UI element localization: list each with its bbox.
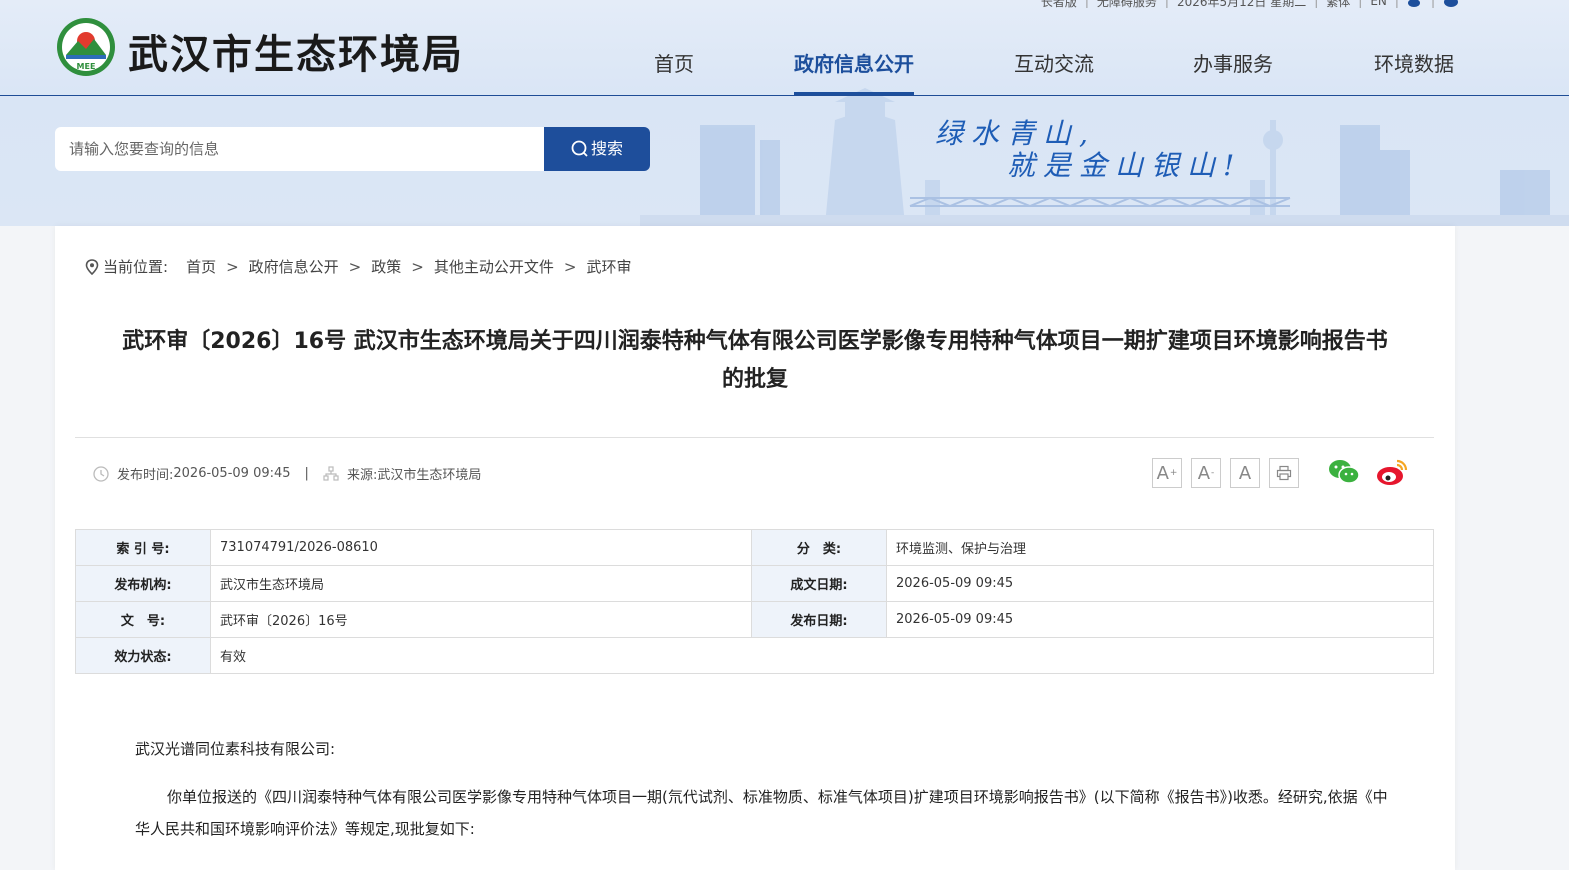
content-card: 当前位置: 首页 > 政府信息公开 > 政策 > 其他主动公开文件 > 武环审 … <box>55 226 1455 870</box>
validity-status-label: 效力状态: <box>75 637 211 674</box>
breadcrumb-gov-info[interactable]: 政府信息公开 <box>249 256 339 277</box>
font-tools: A + A- A <box>1152 458 1299 488</box>
font-reset-label: A <box>1238 462 1252 484</box>
wechat-icon <box>1329 460 1360 484</box>
search-button-label: 搜索 <box>590 139 623 158</box>
mee-logo-icon[interactable]: MEE <box>56 17 116 77</box>
search-button[interactable]: 搜索 <box>544 127 650 171</box>
category-value: 环境监测、保护与治理 <box>886 529 1434 566</box>
slogan-line-1: 绿水青山, <box>935 117 1096 150</box>
publishing-org-label: 发布机构: <box>75 565 211 602</box>
index-number-label: 索 引 号: <box>75 529 211 566</box>
table-row: 文 号: 武环审〔2026〕16号 发布日期: 2026-05-09 09:45 <box>75 601 1434 638</box>
slogan: 绿水青山, 就是金山银山! <box>935 118 1242 182</box>
document-title-line-1: 武环审〔2026〕16号 武汉市生态环境局关于四川润泰特种气体有限公司医学影像专… <box>122 329 1388 354</box>
printer-icon <box>1276 465 1292 481</box>
document-number-value: 武环审〔2026〕16号 <box>210 601 752 638</box>
written-date-label: 成文日期: <box>751 565 887 602</box>
share-buttons <box>1327 457 1409 491</box>
source-value: 武汉市生态环境局 <box>377 468 482 483</box>
breadcrumb: 当前位置: 首页 > 政府信息公开 > 政策 > 其他主动公开文件 > 武环审 <box>85 256 631 277</box>
site-header: 长者版 | 无障碍服务 | 2026年5月12日 星期二 | 繁体 | EN |… <box>0 0 1569 226</box>
title-divider <box>75 437 1434 438</box>
publish-time: 2026-05-09 09:45 <box>173 466 291 481</box>
written-date-value: 2026-05-09 09:45 <box>886 565 1434 602</box>
weibo-icon <box>1377 459 1408 485</box>
document-title: 武环审〔2026〕16号 武汉市生态环境局关于四川润泰特种气体有限公司医学影像专… <box>75 323 1435 399</box>
category-label: 分 类: <box>751 529 887 566</box>
weibo-share-button[interactable] <box>1375 457 1409 491</box>
location-pin-icon <box>85 258 99 275</box>
site-title[interactable]: 武汉市生态环境局 <box>128 22 464 80</box>
slogan-line-2: 就是金山银山! <box>1007 149 1243 182</box>
search-input[interactable] <box>55 127 545 171</box>
font-decrease-label: A <box>1197 462 1211 484</box>
publish-date-label: 发布日期: <box>751 601 887 638</box>
source-label: 来源: <box>346 468 378 483</box>
font-increase-button[interactable]: A + <box>1152 458 1182 488</box>
breadcrumb-home[interactable]: 首页 <box>186 256 216 277</box>
clock-icon <box>93 465 109 482</box>
breadcrumb-separator: > <box>411 257 424 276</box>
index-number-value: 731074791/2026-08610 <box>210 529 752 566</box>
nav-env-data[interactable]: 环境数据 <box>1374 48 1454 96</box>
breadcrumb-policy[interactable]: 政策 <box>371 256 401 277</box>
publish-time-label: 发布时间: <box>117 468 174 483</box>
breadcrumb-prefix: 当前位置: <box>103 258 169 276</box>
font-increase-label: A <box>1156 462 1169 484</box>
nav-home[interactable]: 首页 <box>654 48 694 96</box>
breadcrumb-separator: > <box>226 257 239 276</box>
search-icon <box>571 140 588 157</box>
document-info-table: 索 引 号: 731074791/2026-08610 分 类: 环境监测、保护… <box>75 529 1434 674</box>
plus-icon: + <box>1169 468 1178 478</box>
document-meta: 发布时间: 2026-05-09 09:45 | 来源: 武汉市生态环境局 <box>93 464 481 483</box>
document-title-line-2: 的批复 <box>721 367 788 392</box>
wechat-share-button[interactable] <box>1327 457 1361 491</box>
document-number-label: 文 号: <box>75 601 211 638</box>
table-row: 发布机构: 武汉市生态环境局 成文日期: 2026-05-09 09:45 <box>75 565 1434 602</box>
print-button[interactable] <box>1269 458 1299 488</box>
breadcrumb-other-files[interactable]: 其他主动公开文件 <box>434 256 554 277</box>
table-row: 索 引 号: 731074791/2026-08610 分 类: 环境监测、保护… <box>75 529 1434 566</box>
table-row: 效力状态: 有效 <box>75 637 1434 674</box>
nav-underline <box>0 95 1569 96</box>
font-decrease-button[interactable]: A- <box>1191 458 1221 488</box>
nav-services[interactable]: 办事服务 <box>1193 48 1273 96</box>
document-body: 武汉光谱同位素科技有限公司: 你单位报送的《四川润泰特种气体有限公司医学影像专用… <box>135 733 1395 845</box>
breadcrumb-separator: > <box>348 257 362 276</box>
breadcrumb-separator: > <box>563 257 577 276</box>
addressee: 武汉光谱同位素科技有限公司: <box>135 740 336 758</box>
svg-text:MEE: MEE <box>77 62 96 71</box>
font-reset-button[interactable]: A <box>1230 458 1260 488</box>
breadcrumb-current[interactable]: 武环审 <box>586 256 631 277</box>
publish-date-value: 2026-05-09 09:45 <box>886 601 1434 638</box>
body-paragraph: 你单位报送的《四川润泰特种气体有限公司医学影像专用特种气体项目一期(氘代试剂、标… <box>135 788 1388 838</box>
nav-interaction[interactable]: 互动交流 <box>1014 48 1094 96</box>
divider: | <box>304 466 309 481</box>
validity-status-value: 有效 <box>210 637 1434 674</box>
minus-icon: - <box>1211 468 1215 478</box>
nav-gov-info[interactable]: 政府信息公开 <box>794 48 914 96</box>
main-nav: 首页 政府信息公开 互动交流 办事服务 环境数据 <box>600 0 1500 96</box>
publishing-org-value: 武汉市生态环境局 <box>210 565 752 602</box>
source-org-icon <box>323 465 339 481</box>
